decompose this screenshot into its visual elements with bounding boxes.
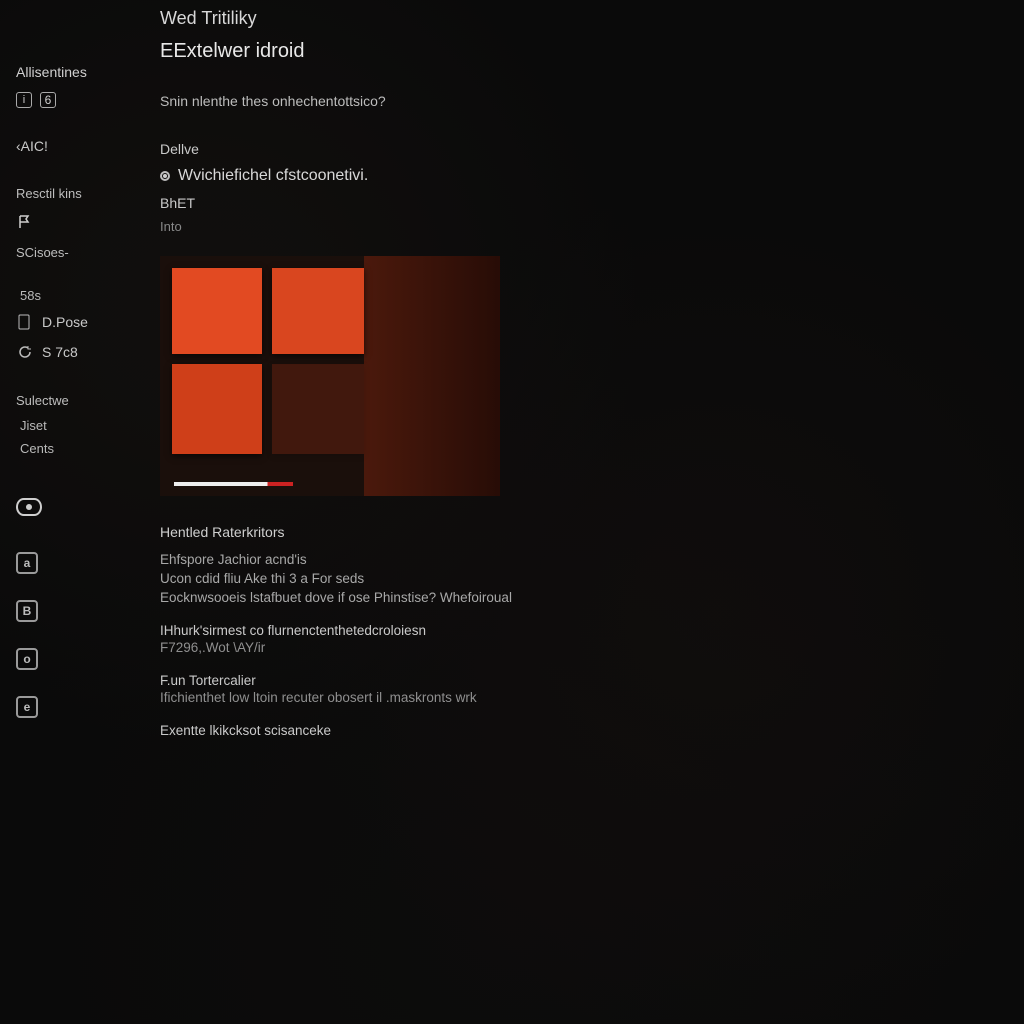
sidebar-badge-row[interactable]: i 6 (16, 90, 138, 110)
info-line-3: Eocknwsooeis lstafbuet dove if ose Phins… (160, 590, 1004, 605)
option-watch-label: Wvichiefichel cfstcoonetivi. (178, 167, 368, 185)
tile-preview[interactable] (160, 256, 500, 496)
doc-icon (16, 313, 34, 331)
sidebar-recent-item[interactable] (16, 211, 138, 233)
eye-icon[interactable] (16, 498, 42, 516)
info-line-2: Ucon cdid fliu Ake thi 3 a For seds (160, 571, 1004, 586)
window-title: Wed Tritiliky (160, 8, 257, 29)
sidebar-dpose[interactable]: D.Pose (16, 311, 138, 333)
main-panel: Wed Tritiliky EExtelwer idroid Snin nlen… (150, 0, 1024, 1024)
tile-2[interactable] (272, 268, 364, 354)
sidebar-dpose-label: D.Pose (42, 314, 88, 330)
app-root: Allisentines i 6 ‹AIC! Resctil kins SCis… (0, 0, 1024, 1024)
info-section: Hentled Raterkritors Ehfspore Jachior ac… (160, 524, 1004, 738)
sidebar-s8s[interactable]: 58s (16, 288, 138, 303)
page-subline: Snin nlenthe thes onhechentottsico? (160, 93, 1004, 109)
info-block-2-sub: Ifichienthet low ltoin recuter obosert i… (160, 690, 1004, 705)
sidebar-group1-label: ‹AIC! (16, 138, 48, 154)
info-block-2-title: F.un Tortercalier (160, 673, 1004, 688)
square-icon-o[interactable]: o (16, 648, 38, 670)
info-line-1: Ehfspore Jachior acnd'is (160, 552, 1004, 567)
badge-count: 6 (40, 92, 56, 108)
sidebar-s7c[interactable]: S 7c8 (16, 341, 138, 363)
sidebar-s7c-label: S 7c8 (42, 344, 78, 360)
option-into[interactable]: Into (160, 219, 1004, 234)
sidebar: Allisentines i 6 ‹AIC! Resctil kins SCis… (0, 0, 150, 1024)
info-block-1[interactable]: IHhurk'sirmest co flurnenctenthetedcrolo… (160, 623, 1004, 655)
info-block-3-title: Exentte lkikcksot scisanceke (160, 723, 1004, 738)
info-header: Hentled Raterkritors (160, 524, 1004, 540)
sidebar-scoses-label: SCisoes- (16, 245, 138, 260)
square-icon-b[interactable]: B (16, 600, 38, 622)
info-block-3[interactable]: Exentte lkikcksot scisanceke (160, 723, 1004, 738)
tile-preview-shadow (364, 256, 500, 496)
option-delve[interactable]: Dellve (160, 141, 1004, 157)
square-icon-e[interactable]: e (16, 696, 38, 718)
tile-1[interactable] (172, 268, 262, 354)
radio-icon (160, 171, 170, 181)
info-block-1-title: IHhurk'sirmest co flurnenctenthetedcrolo… (160, 623, 1004, 638)
sidebar-cents[interactable]: Cents (16, 441, 138, 456)
sidebar-selectwe: Sulectwe (16, 393, 138, 408)
info-icon: i (16, 92, 32, 108)
flag-icon (16, 213, 34, 231)
sidebar-group1[interactable]: ‹AIC! (16, 136, 138, 156)
square-icon-a[interactable]: a (16, 552, 38, 574)
page-heading: EExtelwer idroid (160, 40, 1004, 63)
tile-4[interactable] (272, 364, 364, 454)
tile-3[interactable] (172, 364, 262, 454)
option-bhet[interactable]: BhET (160, 195, 1004, 211)
sidebar-top-label: Allisentines (16, 64, 138, 80)
refresh-icon (16, 343, 34, 361)
sidebar-recent-label: Resctil kins (16, 186, 138, 201)
info-block-2[interactable]: F.un Tortercalier Ifichienthet low ltoin… (160, 673, 1004, 705)
option-watch-row[interactable]: Wvichiefichel cfstcoonetivi. (160, 167, 1004, 185)
sidebar-jiset[interactable]: Jiset (16, 418, 138, 433)
info-block-1-sub: F7296,.Wot \AY/ir (160, 640, 1004, 655)
tile-progress-bar[interactable] (174, 482, 344, 486)
tile-grid (172, 268, 364, 454)
